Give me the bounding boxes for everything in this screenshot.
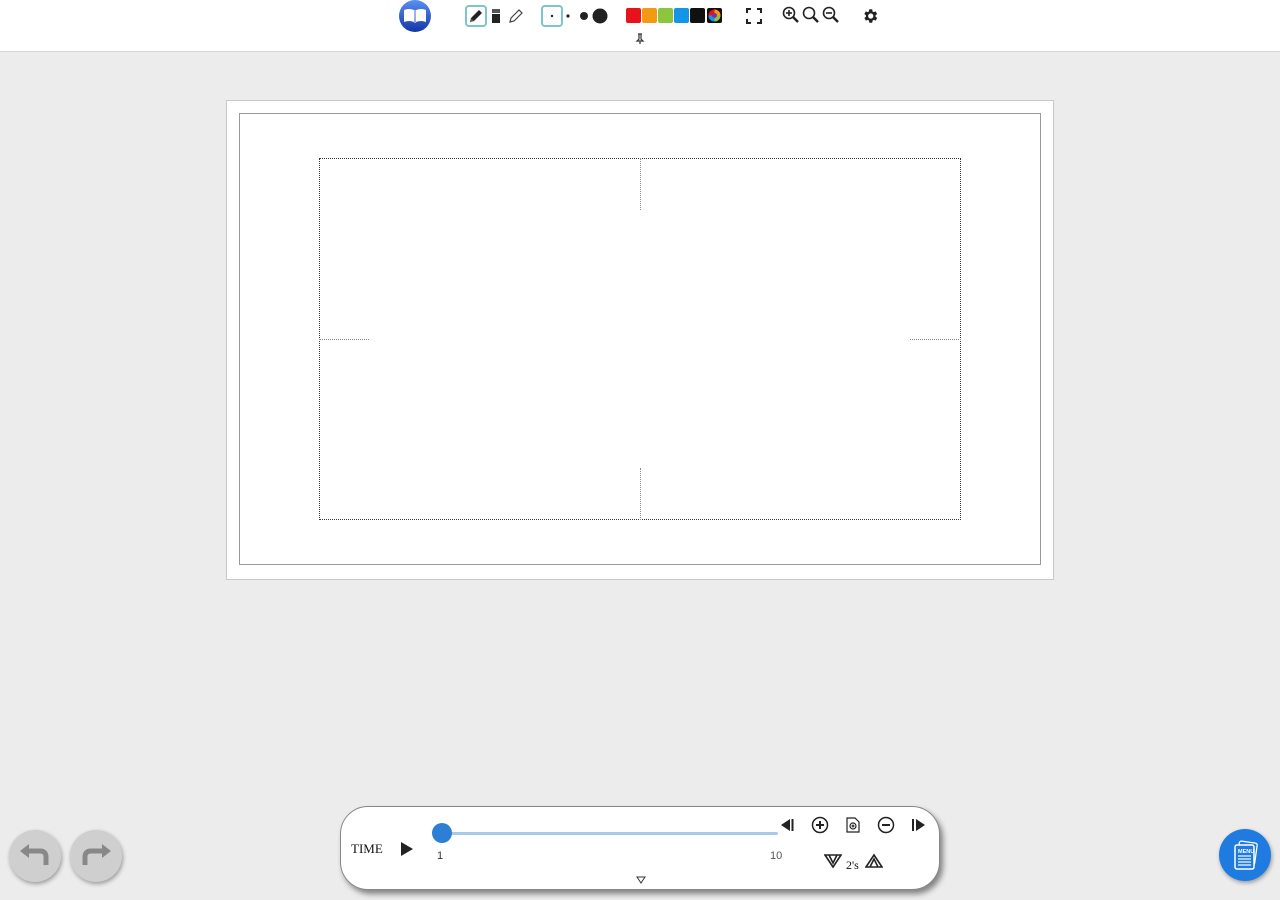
timeline-slider-handle[interactable] — [432, 823, 452, 843]
brush-size-medium[interactable] — [577, 6, 591, 26]
brush-size-tiny[interactable] — [541, 5, 563, 27]
top-toolbar — [0, 0, 1280, 52]
svg-text:MENU: MENU — [1238, 849, 1254, 855]
next-frame-icon[interactable] — [909, 815, 929, 835]
color-picker-icon[interactable] — [707, 8, 722, 23]
pencil-icon[interactable] — [506, 6, 526, 26]
add-frame-icon[interactable] — [810, 815, 830, 835]
redo-icon — [82, 844, 111, 865]
undo-button[interactable] — [9, 830, 61, 882]
timeline-panel: TIME 1 10 2's — [340, 806, 940, 890]
speed-label: 2's — [846, 858, 859, 872]
center-guide-bottom — [640, 468, 641, 520]
center-guide-top — [640, 158, 641, 210]
center-guide-left — [319, 339, 369, 340]
drawing-canvas[interactable] — [239, 113, 1041, 565]
open-book-icon[interactable] — [398, 0, 432, 33]
fullscreen-icon[interactable] — [744, 6, 764, 26]
collapse-timeline-icon[interactable] — [635, 875, 647, 885]
redo-button[interactable] — [70, 830, 122, 882]
undo-icon — [20, 844, 49, 865]
zoom-out-icon[interactable] — [821, 5, 841, 25]
timeline-min-label: 1 — [437, 850, 444, 862]
color-swatch-black[interactable] — [690, 8, 705, 23]
menu-button[interactable]: MENU — [1219, 829, 1271, 881]
color-swatch-blue[interactable] — [674, 8, 689, 23]
gear-icon[interactable] — [859, 5, 881, 27]
color-swatch-orange[interactable] — [642, 8, 657, 23]
menu-icon: MENU — [1234, 840, 1258, 870]
pen-icon[interactable] — [465, 5, 487, 27]
time-label: TIME — [351, 841, 383, 856]
timeline-max-label: 10 — [770, 850, 783, 862]
brush-size-large[interactable] — [590, 6, 610, 26]
canvas-frame — [226, 100, 1054, 580]
zoom-reset-icon[interactable] — [801, 5, 821, 25]
timeline-track[interactable] — [441, 832, 778, 835]
brush-size-small[interactable] — [563, 6, 573, 26]
eraser-icon[interactable] — [488, 6, 504, 26]
previous-frame-icon[interactable] — [777, 815, 797, 835]
speed-up-icon[interactable] — [864, 851, 884, 871]
pin-icon[interactable] — [632, 32, 648, 46]
speed-down-icon[interactable] — [823, 851, 843, 871]
color-swatch-green[interactable] — [658, 8, 673, 23]
play-icon[interactable] — [397, 839, 417, 859]
duplicate-frame-icon[interactable] — [843, 815, 863, 835]
safe-area-guide — [319, 158, 961, 520]
color-swatch-red[interactable] — [626, 8, 641, 23]
remove-frame-icon[interactable] — [876, 815, 896, 835]
zoom-in-icon[interactable] — [781, 5, 801, 25]
center-guide-right — [910, 339, 961, 340]
